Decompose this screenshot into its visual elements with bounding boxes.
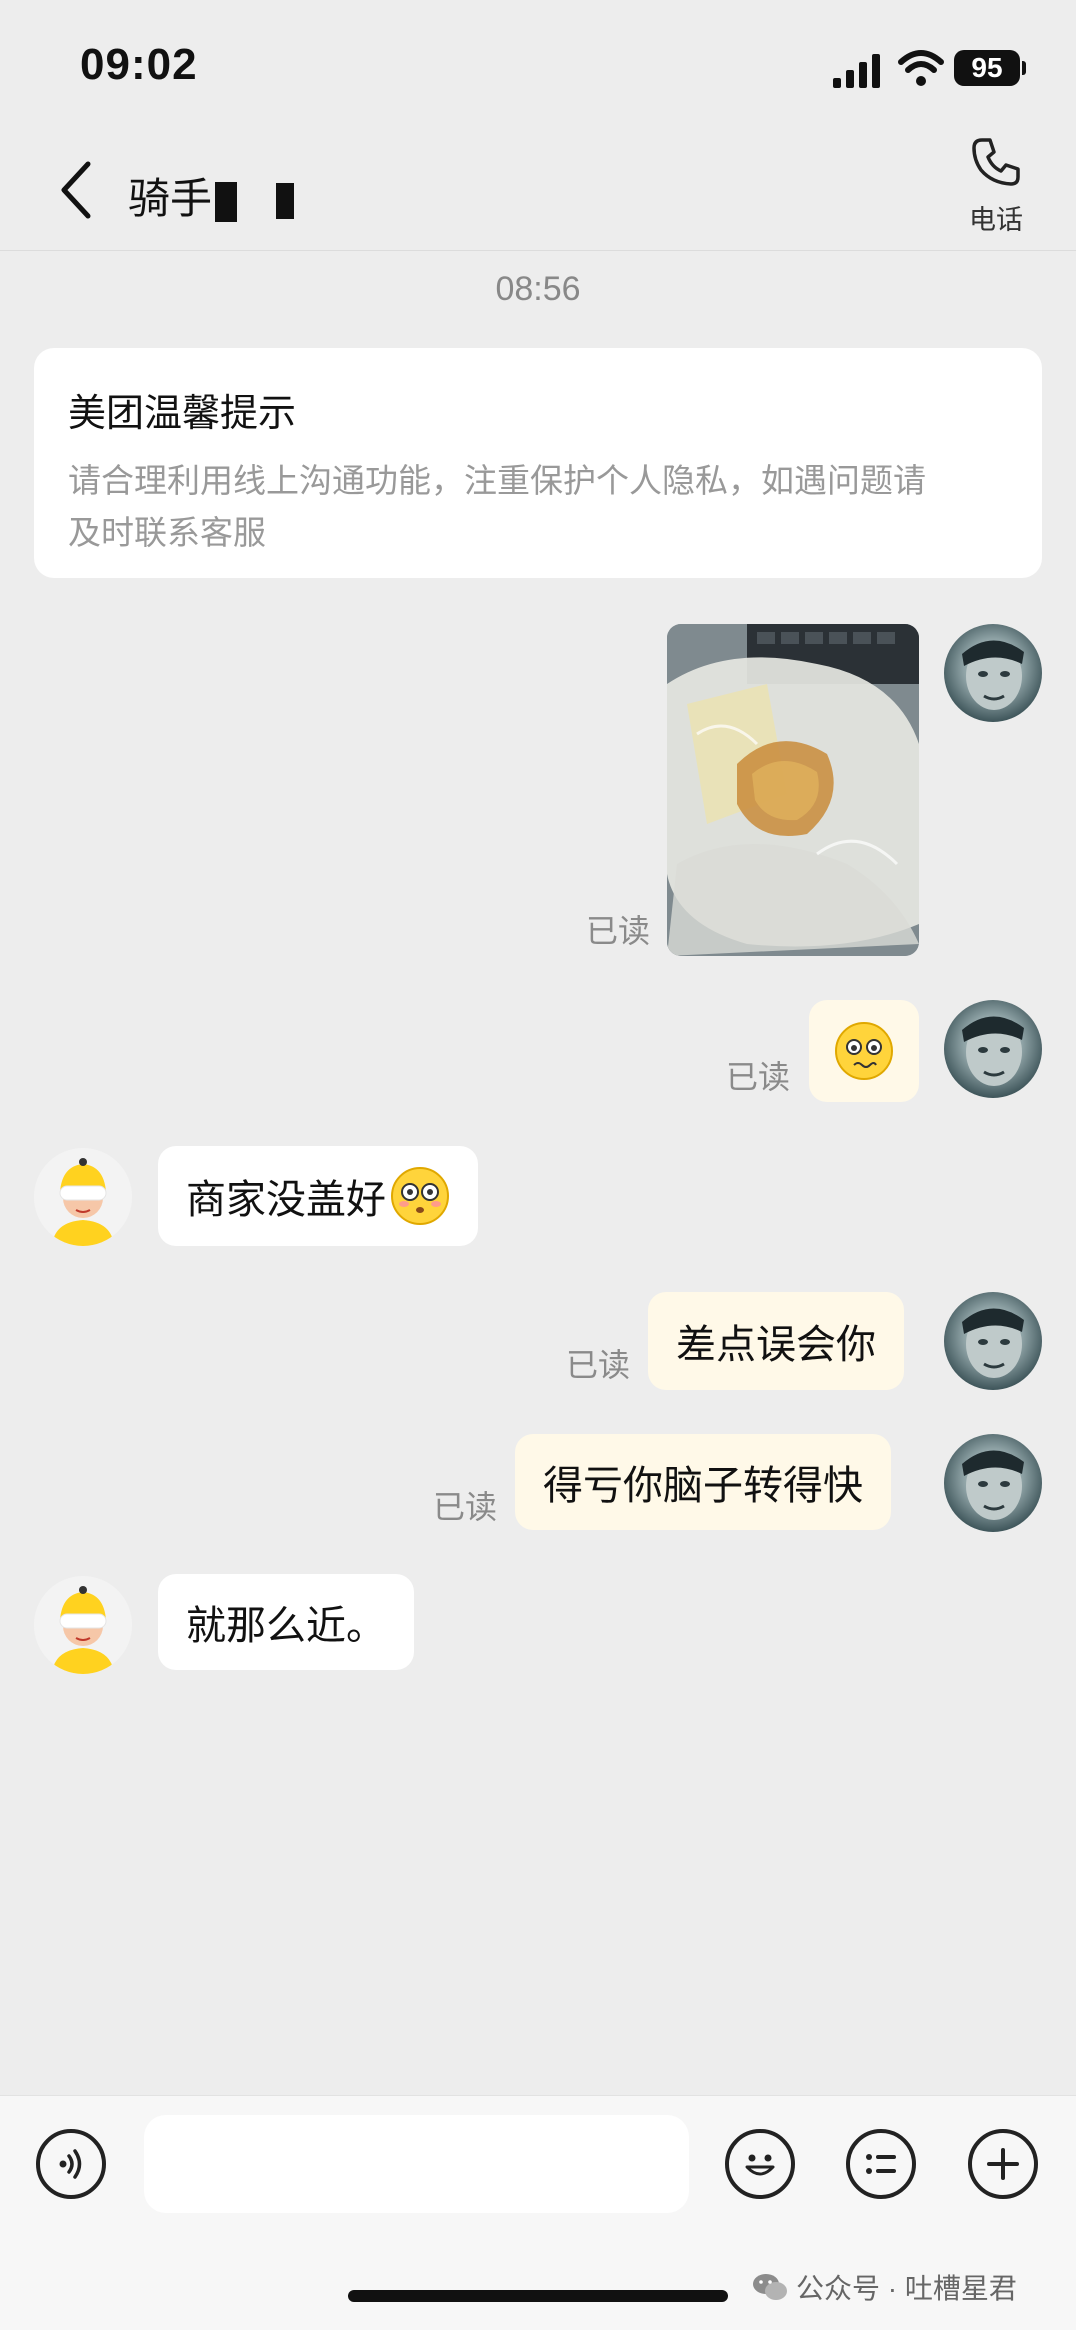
- user-avatar[interactable]: [944, 1292, 1042, 1390]
- read-receipt: 已读: [433, 1489, 498, 1525]
- list-icon: [866, 2154, 896, 2174]
- safety-tip-card: 美团温馨提示 请合理利用线上沟通功能，注重保护个人隐私，如遇问题请 及时联系客服: [34, 348, 1042, 578]
- voice-button[interactable]: [36, 2129, 106, 2199]
- wechat-logo-icon: [753, 2274, 787, 2300]
- home-indicator[interactable]: [348, 2290, 728, 2302]
- plus-icon: [987, 2148, 1019, 2180]
- self-message-bubble[interactable]: 得亏你脑子转得快: [515, 1434, 891, 1530]
- user-face-image: [962, 1308, 1024, 1378]
- message-timestamp: 08:56: [495, 270, 581, 308]
- battery-indicator: 95: [954, 50, 1020, 86]
- phone-icon: [972, 138, 1020, 186]
- call-button[interactable]: 电话: [960, 134, 1032, 244]
- message-text: 商家没盖好: [186, 1178, 386, 1222]
- header-divider: [0, 250, 1076, 251]
- user-avatar[interactable]: [944, 1434, 1042, 1532]
- food-photo-image: [667, 624, 919, 956]
- watermark-text: 公众号 · 吐槽星君: [796, 2273, 1017, 2304]
- message-input[interactable]: [144, 2115, 689, 2213]
- status-time: 09:02: [80, 40, 198, 89]
- message-text: 差点误会你: [676, 1323, 876, 1367]
- tip-title: 美团温馨提示: [68, 393, 297, 435]
- flushed-emoji-icon: [391, 1167, 449, 1225]
- tip-line: 请合理利用线上沟通功能，注重保护个人隐私，如遇问题请: [68, 462, 926, 499]
- rider-helmet-image: [34, 1576, 132, 1674]
- user-face-image: [962, 1016, 1024, 1086]
- emoji-message-bubble[interactable]: [809, 1000, 919, 1102]
- watermark: 公众号 · 吐槽星君: [752, 2267, 1017, 2307]
- call-label: 电话: [969, 205, 1023, 235]
- rider-avatar[interactable]: [34, 1148, 132, 1246]
- emoji-icon: [745, 2154, 775, 2176]
- read-receipt: 已读: [726, 1059, 791, 1095]
- redaction-mark: [276, 183, 294, 219]
- user-face-image: [962, 640, 1024, 710]
- tip-line: 及时联系客服: [68, 514, 266, 551]
- pleading-emoji-icon: [835, 1022, 893, 1080]
- read-receipt: 已读: [586, 913, 651, 949]
- more-button[interactable]: [968, 2129, 1038, 2199]
- message-text: 就那么近。: [186, 1604, 386, 1648]
- wifi-icon: [898, 50, 944, 86]
- emoji-button[interactable]: [725, 2129, 795, 2199]
- rider-message-bubble[interactable]: 就那么近。: [158, 1574, 414, 1670]
- user-avatar[interactable]: [944, 624, 1042, 722]
- read-receipt: 已读: [566, 1347, 631, 1383]
- rider-message-bubble[interactable]: 商家没盖好: [158, 1146, 478, 1246]
- voice-icon: [59, 2149, 82, 2179]
- quick-reply-button[interactable]: [846, 2129, 916, 2199]
- rider-helmet-image: [34, 1148, 132, 1246]
- rider-avatar[interactable]: [34, 1576, 132, 1674]
- message-text: 得亏你脑子转得快: [543, 1464, 863, 1508]
- self-message-bubble[interactable]: 差点误会你: [648, 1292, 904, 1390]
- back-chevron-icon[interactable]: [56, 160, 96, 220]
- user-face-image: [962, 1450, 1024, 1520]
- cellular-signal-icon: [833, 54, 880, 88]
- redaction-mark: [215, 182, 237, 222]
- battery-tip: [1022, 61, 1026, 75]
- tip-body: 请合理利用线上沟通功能，注重保护个人隐私，如遇问题请 及时联系客服: [68, 455, 1008, 559]
- chat-title: 骑手: [128, 175, 213, 222]
- photo-message[interactable]: [667, 624, 919, 956]
- user-avatar[interactable]: [944, 1000, 1042, 1098]
